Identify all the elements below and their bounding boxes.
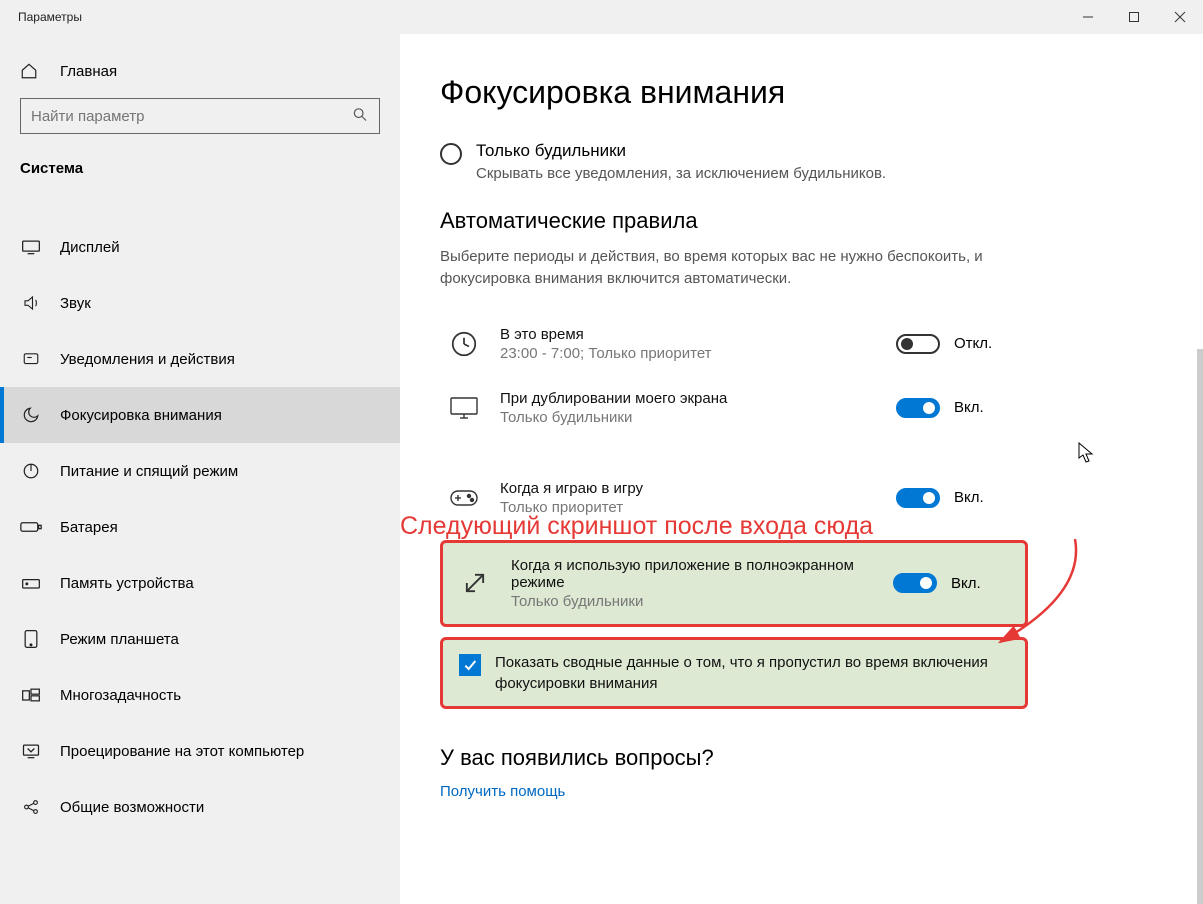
window-title: Параметры — [18, 10, 82, 24]
switch-state: Откл. — [954, 335, 992, 352]
radio-alarms-only[interactable]: Только будильники Скрывать все уведомлен… — [440, 141, 1163, 182]
multitask-icon — [20, 687, 42, 703]
toggle-switch[interactable] — [896, 488, 940, 508]
sidebar-item-label: Дисплей — [60, 239, 120, 256]
switch-state: Вкл. — [954, 399, 984, 416]
rule-subtitle: 23:00 - 7:00; Только приоритет — [500, 345, 880, 362]
close-button[interactable] — [1157, 0, 1203, 34]
sidebar-item-label: Память устройства — [60, 575, 194, 592]
radio-label: Только будильники — [476, 141, 886, 161]
checkbox-label: Показать сводные данные о том, что я про… — [495, 652, 995, 694]
rule-title: Когда я играю в игру — [500, 480, 880, 497]
home-icon — [20, 62, 42, 80]
maximize-button[interactable] — [1111, 0, 1157, 34]
notification-icon — [20, 350, 42, 368]
highlight-fullscreen-rule: Когда я использую приложение в полноэкра… — [440, 540, 1028, 627]
auto-rules-heading: Автоматические правила — [440, 208, 1163, 234]
clock-icon — [444, 324, 484, 364]
toggle-switch[interactable] — [896, 398, 940, 418]
scrollbar[interactable] — [1197, 349, 1203, 904]
sidebar-item-label: Уведомления и действия — [60, 351, 235, 368]
search-input[interactable] — [20, 98, 380, 134]
radio-desc: Скрывать все уведомления, за исключением… — [476, 165, 886, 182]
rule-title: При дублировании моего экрана — [500, 390, 880, 407]
sidebar-item-label: Проецирование на этот компьютер — [60, 743, 304, 760]
sidebar-item-projecting[interactable]: Проецирование на этот компьютер — [0, 723, 400, 779]
rule-subtitle: Только будильники — [500, 409, 880, 426]
minimize-button[interactable] — [1065, 0, 1111, 34]
rule-title: В это время — [500, 326, 880, 343]
moon-icon — [20, 406, 42, 424]
toggle-switch[interactable] — [896, 334, 940, 354]
sidebar-item-tablet[interactable]: Режим планшета — [0, 611, 400, 667]
search-icon — [352, 107, 368, 126]
questions-heading: У вас появились вопросы? — [440, 745, 1163, 771]
rule-title: Когда я использую приложение в полноэкра… — [511, 557, 877, 591]
sidebar-item-notifications[interactable]: Уведомления и действия — [0, 331, 400, 387]
battery-icon — [20, 520, 42, 534]
storage-icon — [20, 575, 42, 591]
switch-state: Вкл. — [954, 489, 984, 506]
share-icon — [20, 798, 42, 816]
auto-rules-desc: Выберите периоды и действия, во время ко… — [440, 246, 1000, 290]
sidebar-section-title: Система — [0, 154, 400, 191]
main-content: Фокусировка внимания Только будильники С… — [400, 34, 1203, 904]
page-title: Фокусировка внимания — [440, 74, 1163, 111]
power-icon — [20, 462, 42, 480]
sidebar-home[interactable]: Главная — [0, 54, 400, 98]
sidebar-item-shared[interactable]: Общие возможности — [0, 779, 400, 835]
sidebar-item-label: Звук — [60, 295, 91, 312]
sound-icon — [20, 294, 42, 312]
sidebar: Главная Система Дисплей Звук — [0, 34, 400, 904]
project-icon — [20, 742, 42, 760]
sidebar-item-multitasking[interactable]: Многозадачность — [0, 667, 400, 723]
sidebar-item-battery[interactable]: Батарея — [0, 499, 400, 555]
rule-duplicating-display[interactable]: При дублировании моего экрана Только буд… — [440, 376, 1020, 440]
fullscreen-icon — [455, 563, 495, 603]
rule-subtitle: Только будильники — [511, 593, 877, 610]
monitor-icon — [444, 388, 484, 428]
sidebar-item-display[interactable]: Дисплей — [0, 219, 400, 275]
sidebar-item-label: Многозадачность — [60, 687, 181, 704]
tablet-icon — [20, 629, 42, 649]
rule-fullscreen-app[interactable]: Когда я использую приложение в полноэкра… — [451, 549, 1017, 618]
sidebar-item-storage[interactable]: Память устройства — [0, 555, 400, 611]
rule-during-hours[interactable]: В это время 23:00 - 7:00; Только приорит… — [440, 312, 1020, 376]
sidebar-item-label: Общие возможности — [60, 799, 204, 816]
sidebar-item-label: Батарея — [60, 519, 118, 536]
sidebar-item-label: Фокусировка внимания — [60, 407, 222, 424]
sidebar-item-label: Режим планшета — [60, 631, 179, 648]
switch-state: Вкл. — [951, 575, 981, 592]
checkbox[interactable] — [459, 654, 481, 676]
toggle-switch[interactable] — [893, 573, 937, 593]
display-icon — [20, 239, 42, 255]
cursor-icon — [1078, 442, 1094, 464]
radio-circle-icon — [440, 143, 462, 165]
highlight-summary-checkbox: Показать сводные данные о том, что я про… — [440, 637, 1028, 709]
sidebar-item-focus-assist[interactable]: Фокусировка внимания — [0, 387, 400, 443]
sidebar-item-sound[interactable]: Звук — [0, 275, 400, 331]
sidebar-home-label: Главная — [60, 63, 117, 80]
titlebar: Параметры — [0, 0, 1203, 34]
sidebar-item-power[interactable]: Питание и спящий режим — [0, 443, 400, 499]
get-help-link[interactable]: Получить помощь — [440, 783, 1163, 800]
annotation-text: Следующий скриншот после входа сюда — [400, 512, 873, 541]
sidebar-item-label: Питание и спящий режим — [60, 463, 238, 480]
